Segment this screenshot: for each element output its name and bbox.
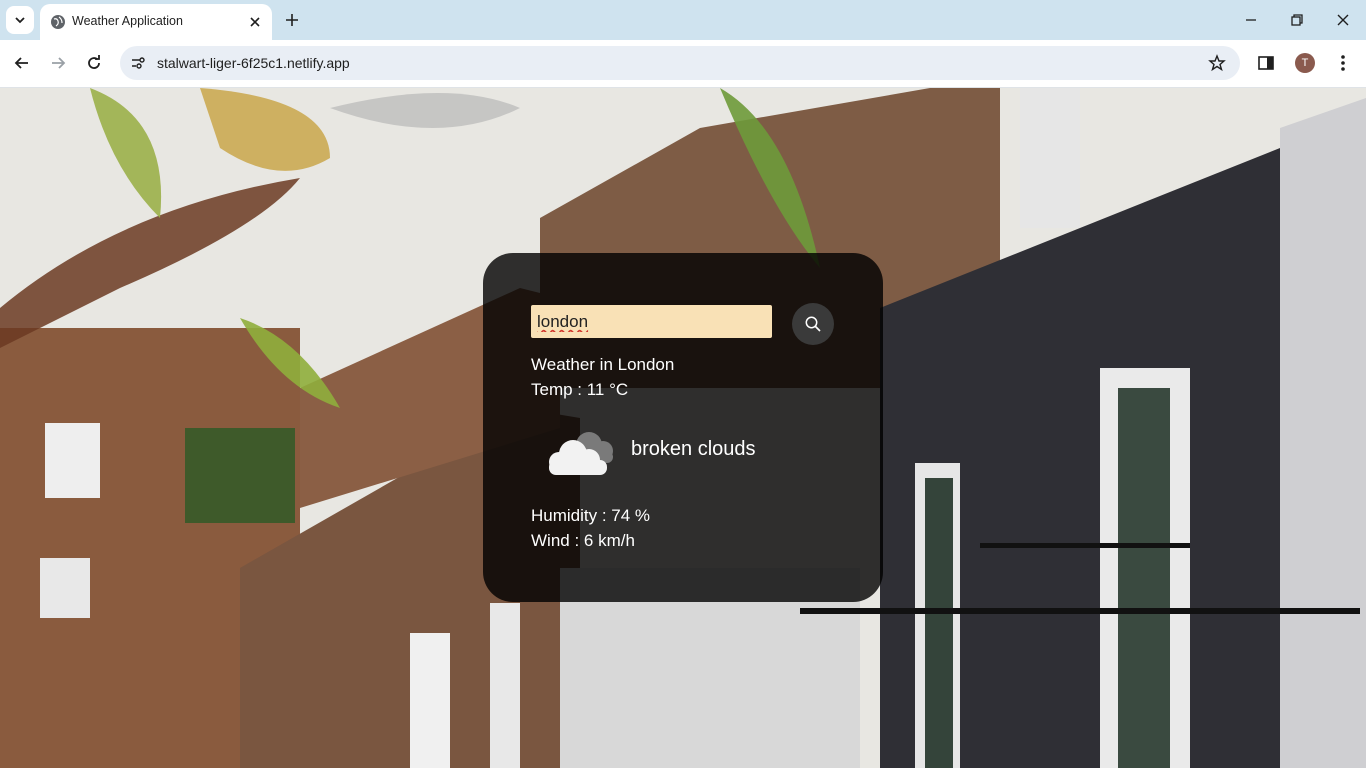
broken-clouds-icon	[549, 432, 613, 475]
temperature-text: Temp : 11 °C	[531, 380, 629, 399]
globe-icon	[51, 15, 65, 29]
site-settings-icon[interactable]	[130, 55, 146, 71]
close-icon[interactable]	[248, 15, 262, 29]
weather-description: broken clouds	[631, 438, 756, 460]
minimize-icon[interactable]	[1243, 12, 1259, 28]
star-icon[interactable]	[1208, 54, 1226, 72]
browser-tabstrip: Weather Application	[0, 0, 1366, 40]
new-tab-icon[interactable]	[284, 12, 300, 28]
weather-card: Weather in London Temp : 11 °C broken cl…	[483, 253, 883, 602]
search-icon	[805, 316, 821, 332]
window-close-icon[interactable]	[1335, 12, 1351, 28]
profile-avatar[interactable]: T	[1295, 53, 1315, 73]
side-panel-icon[interactable]	[1257, 54, 1275, 72]
restore-icon[interactable]	[1289, 12, 1305, 28]
tab-search-button[interactable]	[6, 6, 34, 34]
tab-title: Weather Application	[72, 14, 183, 28]
chevron-down-icon	[15, 17, 25, 24]
url-text: stalwart-liger-6f25c1.netlify.app	[157, 55, 350, 71]
back-arrow-icon[interactable]	[12, 53, 32, 73]
city-search-input[interactable]	[531, 305, 772, 338]
humidity-text: Humidity : 74 %	[531, 506, 651, 525]
reload-icon[interactable]	[84, 53, 104, 73]
wind-speed-text: Wind : 6 km/h	[531, 531, 635, 550]
more-menu-icon[interactable]	[1337, 53, 1349, 73]
city-heading: Weather in London	[531, 355, 675, 374]
search-button[interactable]	[792, 303, 834, 345]
page-viewport: Weather in London Temp : 11 °C broken cl…	[0, 88, 1366, 768]
browser-toolbar: stalwart-liger-6f25c1.netlify.app T	[0, 40, 1366, 88]
forward-arrow-icon[interactable]	[48, 53, 68, 73]
tab-weather-application[interactable]: Weather Application	[40, 4, 272, 40]
address-bar[interactable]: stalwart-liger-6f25c1.netlify.app	[120, 46, 1240, 80]
